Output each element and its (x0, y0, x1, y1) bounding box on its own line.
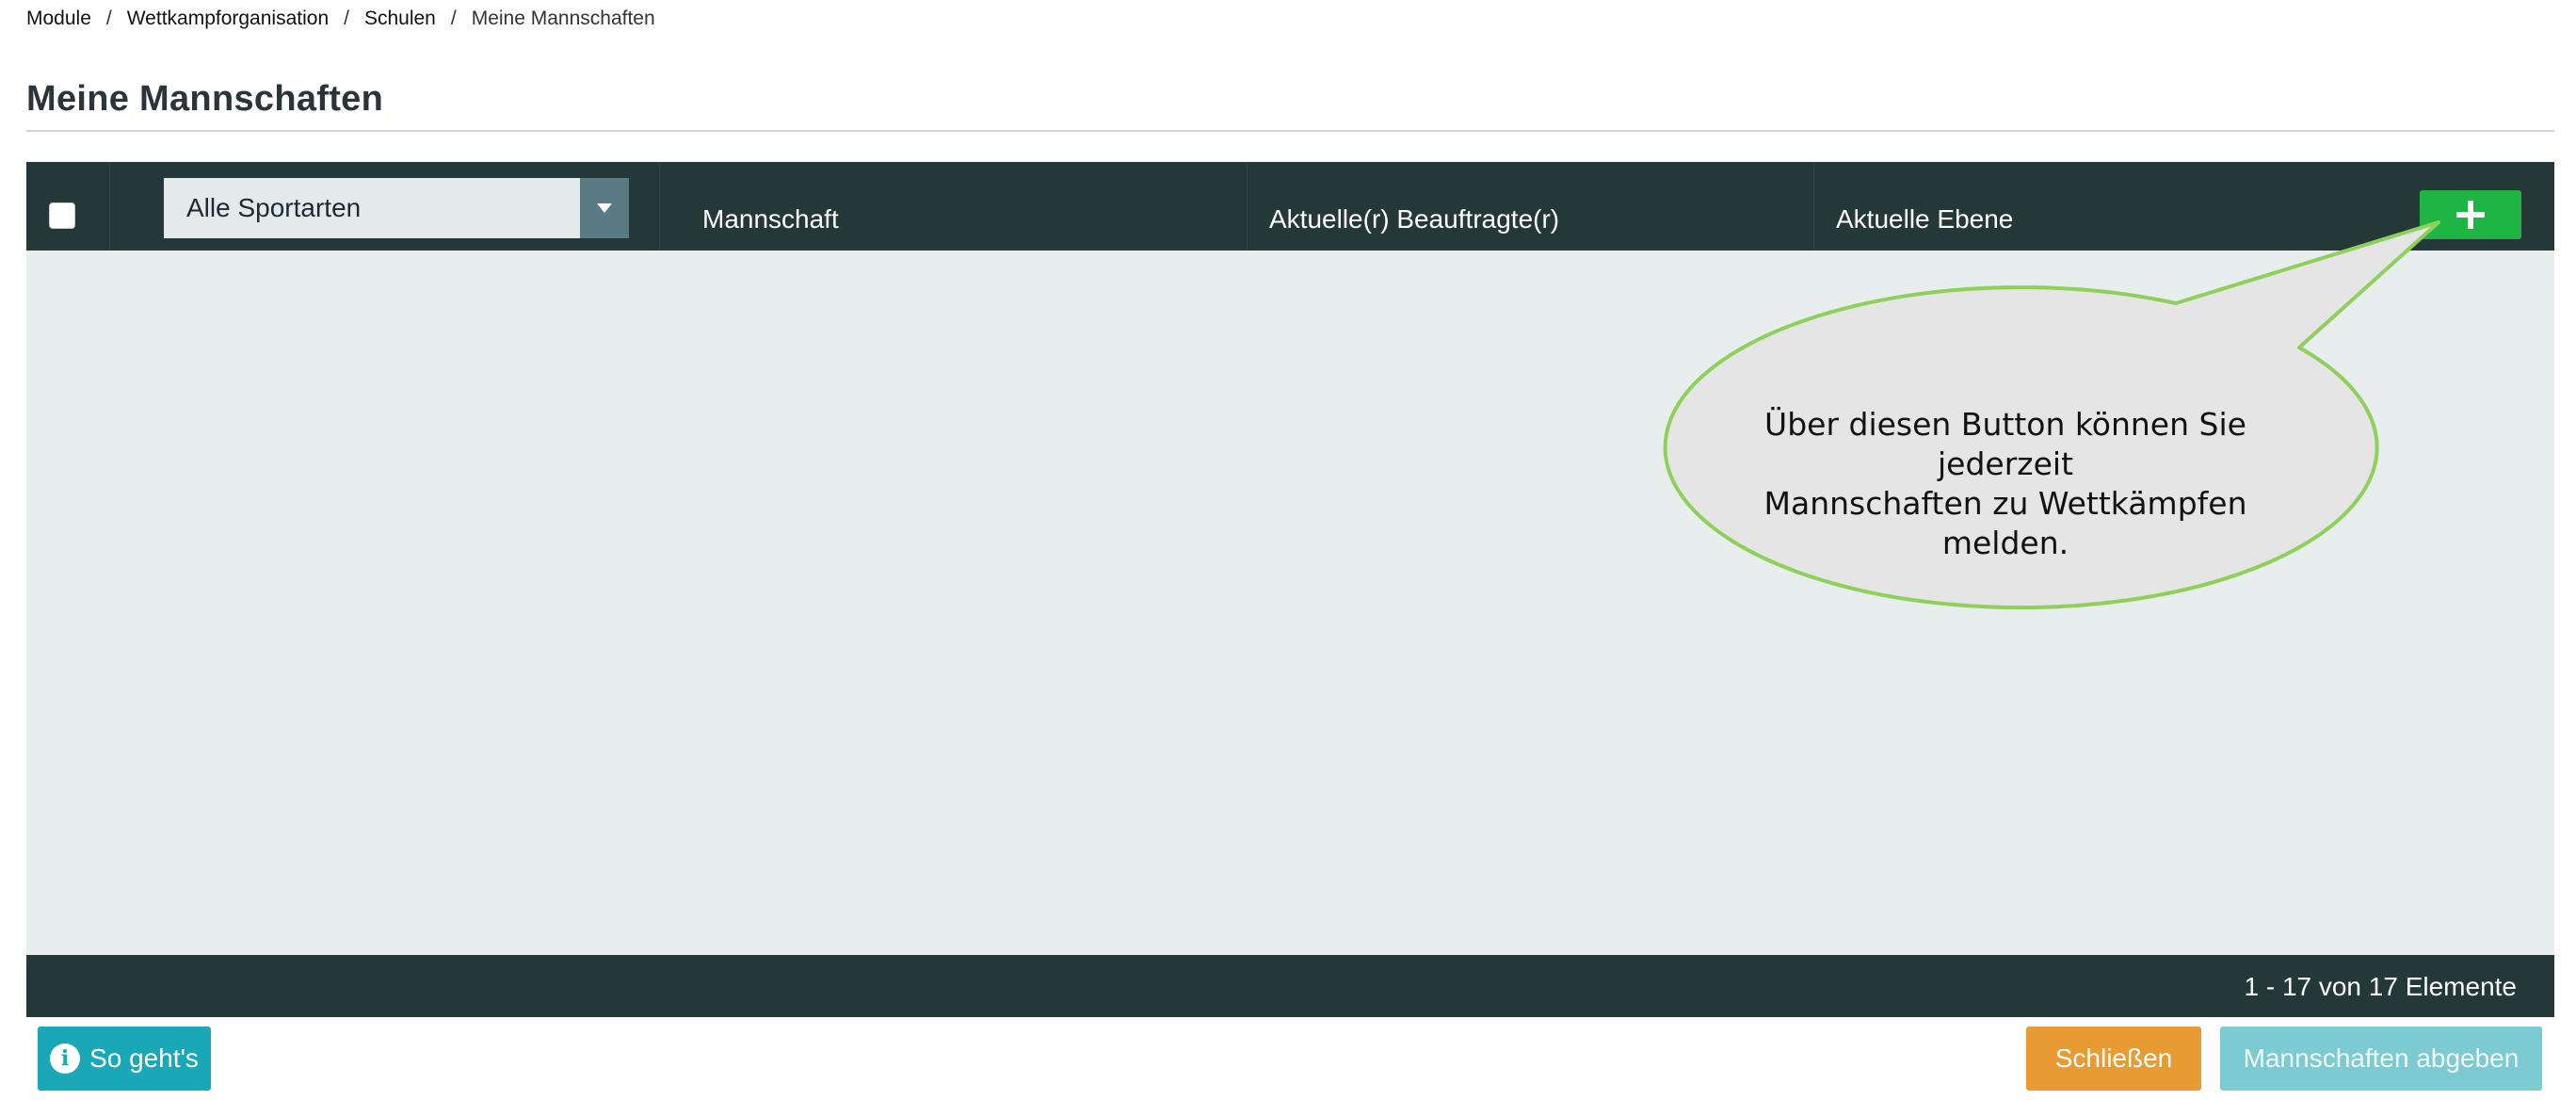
plus-icon (2456, 212, 2485, 218)
breadcrumb-module[interactable]: Module (26, 8, 91, 30)
grid-pager: 1 - 17 von 17 Elemente (26, 955, 2554, 1017)
close-button[interactable]: Schließen (2026, 1027, 2201, 1091)
submit-button-label: Mannschaften abgeben (2243, 1043, 2520, 1073)
dropdown-toggle[interactable] (580, 178, 629, 238)
column-header-ebene[interactable]: Aktuelle Ebene (1836, 204, 2013, 235)
add-team-button[interactable] (2420, 190, 2521, 239)
breadcrumb-separator: / (105, 8, 112, 29)
callout-line-1: Über diesen Button können Sie jederzeit (1764, 406, 2246, 482)
column-divider (1247, 162, 1248, 251)
breadcrumb-wettkampforganisation[interactable]: Wettkampforganisation (127, 8, 329, 30)
callout-text: Über diesen Button können Sie jederzeit … (1704, 405, 2307, 563)
teams-grid: Alle Sportarten Mannschaft Aktuelle(r) B… (26, 162, 2554, 1017)
breadcrumb-current: Meine Mannschaften (471, 8, 655, 29)
caret-down-icon (597, 203, 612, 213)
breadcrumb-separator: / (344, 8, 349, 29)
grid-header: Alle Sportarten Mannschaft Aktuelle(r) B… (26, 162, 2554, 251)
column-divider (109, 162, 110, 251)
column-header-mannschaft[interactable]: Mannschaft (702, 204, 839, 235)
column-header-beauftragte[interactable]: Aktuelle(r) Beauftragte(r) (1269, 204, 1559, 235)
page-title: Meine Mannschaften (26, 79, 384, 119)
select-all-checkbox[interactable] (49, 202, 75, 229)
column-divider (1813, 162, 1814, 251)
callout-line-2: Mannschaften zu Wettkämpfen melden. (1763, 485, 2247, 561)
sport-filter-dropdown[interactable]: Alle Sportarten (164, 178, 629, 238)
column-divider (659, 162, 660, 251)
sport-filter-value[interactable]: Alle Sportarten (164, 178, 580, 238)
close-button-label: Schließen (2054, 1043, 2173, 1073)
help-button-label: So geht's (89, 1043, 199, 1073)
breadcrumb: Module / Wettkampforganisation / Schulen… (26, 8, 655, 30)
title-divider (26, 130, 2554, 132)
submit-teams-button[interactable]: Mannschaften abgeben (2220, 1027, 2542, 1091)
info-icon: i (50, 1043, 81, 1074)
breadcrumb-separator: / (450, 8, 457, 29)
help-button[interactable]: i So geht's (38, 1027, 211, 1091)
breadcrumb-schulen[interactable]: Schulen (364, 8, 436, 30)
pager-info: 1 - 17 von 17 Elemente (2244, 972, 2517, 1001)
